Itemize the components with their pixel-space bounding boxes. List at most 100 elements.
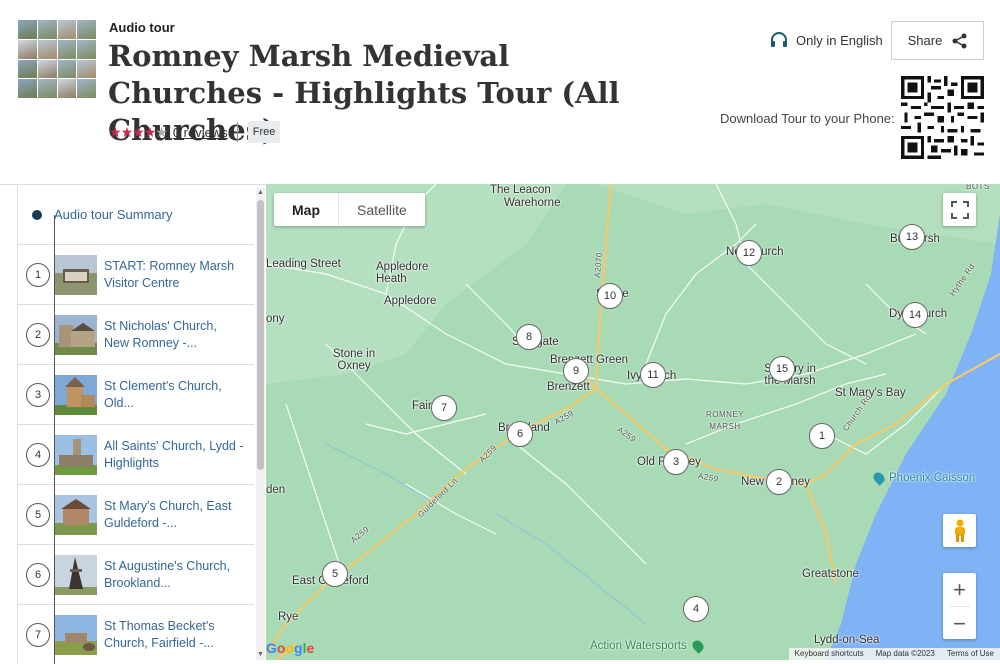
map-type-map-button[interactable]: Map — [274, 193, 339, 226]
place-label: Brenzett Green — [550, 354, 628, 366]
stop-label: St Nicholas' Church, New Romney -... — [104, 319, 217, 350]
map-marker[interactable]: 12 — [736, 240, 762, 266]
place-label: Appledore Heath — [376, 261, 429, 285]
place-label: BOTS — [966, 184, 990, 191]
share-icon — [952, 33, 967, 48]
rating-row: ★★★★★ 0 reviews Free — [109, 121, 281, 143]
stop-thumbnail — [55, 375, 97, 415]
place-label: Appledore — [384, 295, 437, 307]
download-label: Download Tour to your Phone: — [720, 111, 895, 126]
map-marker[interactable]: 7 — [431, 395, 457, 421]
place-label: Stone in Oxney — [332, 348, 376, 372]
star-rating: ★★★★★ — [109, 123, 168, 141]
place-label: ony — [266, 313, 285, 325]
stop-item[interactable]: 3 St Clement's Church, Old... — [17, 365, 254, 425]
stop-thumbnail — [55, 495, 97, 535]
stop-number: 6 — [26, 563, 50, 587]
stop-item[interactable]: 1 START: Romney Marsh Visitor Centre — [17, 245, 254, 305]
language-indicator: Only in English — [770, 32, 883, 48]
stop-label: St Mary's Church, East Guldeford -... — [104, 499, 232, 530]
place-label: The Leacon — [490, 184, 551, 196]
timeline-line — [54, 215, 55, 664]
stop-thumbnail — [55, 315, 97, 355]
scroll-up-arrow-icon[interactable]: ▲ — [256, 188, 265, 198]
map-data-label: Map data ©2023 — [875, 649, 935, 658]
map-marker[interactable]: 11 — [640, 362, 666, 388]
stop-thumbnail — [55, 555, 97, 595]
stop-label: St Augustine's Church, Brookland... — [104, 559, 231, 590]
stop-label: St Clement's Church, Old... — [104, 379, 222, 410]
place-label: ROMNEY MARSH — [705, 410, 745, 431]
tour-header: Audio tour Romney Marsh Medieval Churche… — [0, 0, 1000, 184]
stop-item[interactable]: 4 All Saints' Church, Lydd - Highlights — [17, 425, 254, 485]
place-label: Action Watersports — [590, 640, 687, 653]
map-canvas[interactable] — [266, 184, 1000, 660]
star-icon: ★ — [143, 123, 157, 140]
stop-list: Audio tour Summary 1 START: Romney Marsh… — [17, 185, 254, 664]
map-type-toggle: Map Satellite — [274, 193, 425, 226]
map-marker[interactable]: 8 — [516, 324, 542, 350]
summary-item[interactable]: Audio tour Summary — [17, 185, 254, 245]
qr-code[interactable] — [901, 76, 984, 159]
zoom-control: + − — [943, 573, 976, 639]
map-marker[interactable]: 4 — [683, 596, 709, 622]
sidebar-scrollbar[interactable]: ▲ ▼ — [256, 188, 265, 660]
divider — [236, 122, 238, 142]
place-label: Lydd-on-Sea — [814, 634, 880, 646]
place-label: Warehorne — [504, 197, 561, 209]
place-label: Greatstone — [802, 568, 859, 580]
map-marker[interactable]: 13 — [899, 224, 925, 250]
stop-number: 4 — [26, 443, 50, 467]
place-label: Leading Street — [266, 258, 341, 270]
tour-map[interactable]: The Leacon Warehorne Leading Street Appl… — [266, 184, 1000, 660]
star-icon: ★ — [155, 123, 168, 140]
map-marker[interactable]: 14 — [902, 302, 928, 328]
map-marker[interactable]: 2 — [766, 469, 792, 495]
fullscreen-icon — [950, 200, 969, 219]
stop-item[interactable]: 5 St Mary's Church, East Guldeford -... — [17, 485, 254, 545]
tour-type-label: Audio tour — [109, 20, 175, 35]
summary-label: Audio tour Summary — [54, 207, 173, 222]
street-view-button[interactable] — [943, 514, 976, 547]
stop-thumbnail — [55, 255, 97, 295]
map-type-satellite-button[interactable]: Satellite — [339, 193, 425, 226]
star-icon: ★ — [109, 123, 122, 140]
keyboard-shortcuts-link[interactable]: Keyboard shortcuts — [789, 648, 870, 660]
map-marker[interactable]: 10 — [597, 283, 623, 309]
star-icon: ★ — [132, 123, 145, 140]
stop-number: 1 — [26, 263, 50, 287]
reviews-link[interactable]: 0 reviews — [173, 125, 228, 140]
stop-item[interactable]: 6 St Augustine's Church, Brookland... — [17, 545, 254, 605]
stop-item[interactable]: 2 St Nicholas' Church, New Romney -... — [17, 305, 254, 365]
scroll-down-arrow-icon[interactable]: ▼ — [256, 650, 265, 660]
road-label: A2070 — [592, 251, 604, 279]
tour-thumbnail-collage — [18, 20, 96, 98]
zoom-in-button[interactable]: + — [943, 573, 976, 606]
pegman-icon — [954, 519, 965, 542]
star-icon: ★ — [120, 123, 134, 140]
map-marker[interactable]: 3 — [663, 449, 689, 475]
map-attribution: Keyboard shortcuts Map data ©2023 Terms … — [788, 648, 1000, 660]
place-label: den — [266, 484, 286, 496]
map-marker[interactable]: 15 — [769, 356, 795, 382]
map-marker[interactable]: 1 — [809, 423, 835, 449]
stop-item[interactable]: 7 St Thomas Becket's Church, Fairfield -… — [17, 605, 254, 664]
stop-label: All Saints' Church, Lydd - Highlights — [104, 439, 244, 470]
map-marker[interactable]: 9 — [563, 358, 589, 384]
stop-thumbnail — [55, 435, 97, 475]
map-marker[interactable]: 6 — [507, 421, 533, 447]
zoom-out-button[interactable]: − — [943, 607, 976, 640]
poi-phoenix-caisson[interactable]: Phoenix Caisson — [871, 470, 976, 486]
stop-thumbnail — [55, 615, 97, 655]
stop-number: 3 — [26, 383, 50, 407]
place-label: Phoenix Caisson — [889, 472, 976, 485]
share-button[interactable]: Share — [891, 21, 984, 60]
place-label: Brenzett — [547, 381, 590, 393]
poi-action-watersports[interactable]: Action Watersports — [590, 638, 706, 654]
scrollbar-thumb[interactable] — [257, 200, 264, 470]
stop-label: START: Romney Marsh Visitor Centre — [104, 259, 235, 290]
place-label: Fair — [412, 400, 432, 412]
map-marker[interactable]: 5 — [322, 561, 348, 587]
fullscreen-button[interactable] — [943, 193, 976, 226]
terms-link[interactable]: Terms of Use — [941, 648, 1000, 660]
